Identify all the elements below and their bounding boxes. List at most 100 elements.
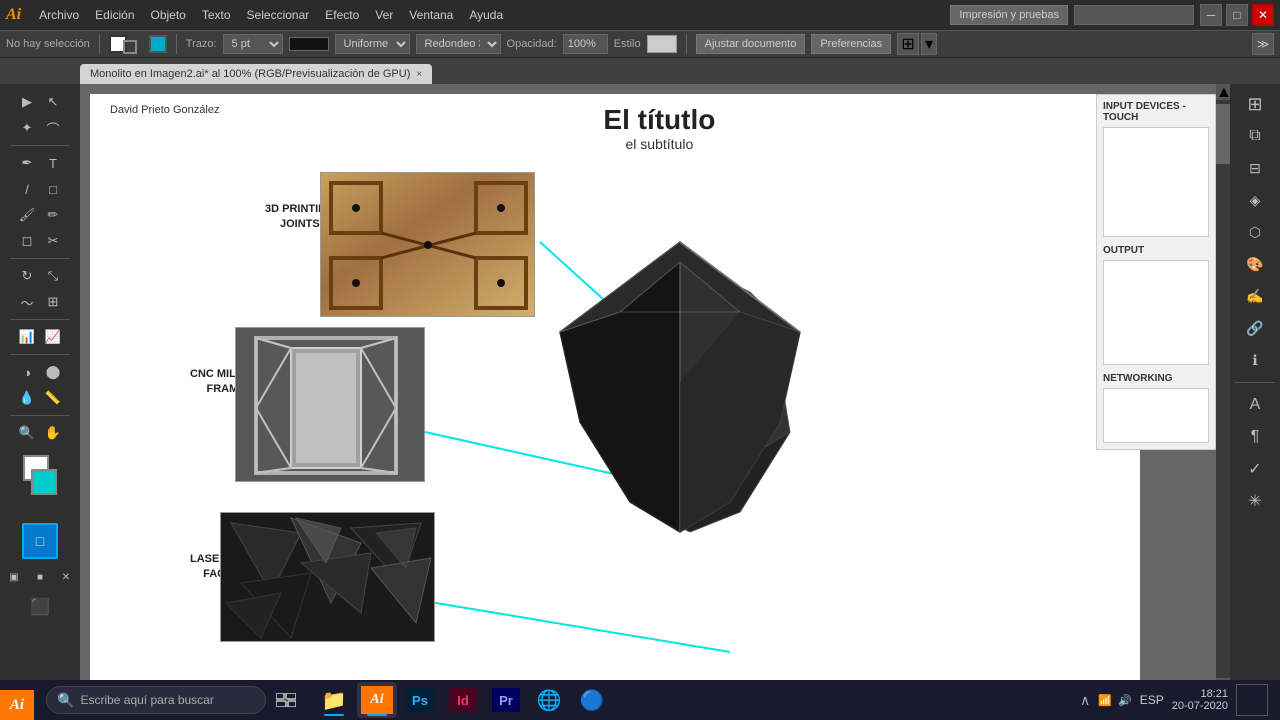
graph-tools-row: 📊 📈: [15, 325, 65, 349]
opacidad-input[interactable]: [563, 34, 608, 54]
system-clock[interactable]: 18:21 20-07-2020: [1172, 688, 1228, 712]
wifi-icon[interactable]: 📶: [1098, 694, 1112, 707]
taskbar-photoshop[interactable]: Ps: [400, 682, 440, 718]
view-mode-arrow[interactable]: ▾: [921, 33, 937, 55]
photoshop-icon: Ps: [406, 688, 434, 712]
scale-tool[interactable]: ⤡: [41, 264, 65, 288]
magic-wand-tool[interactable]: ✦: [15, 116, 39, 140]
star-panel-btn[interactable]: ✳: [1241, 487, 1269, 515]
preferencias-button[interactable]: Preferencias: [811, 34, 891, 54]
rotate-tool[interactable]: ↻: [15, 264, 39, 288]
screen-mode-3[interactable]: ✕: [54, 565, 78, 589]
properties-tool[interactable]: ⬛: [28, 595, 52, 619]
volume-icon[interactable]: 🔊: [1118, 694, 1132, 707]
swatches-panel-btn[interactable]: 🎨: [1241, 250, 1269, 278]
paragraph-panel-btn[interactable]: ¶: [1241, 423, 1269, 451]
links-panel-btn[interactable]: 🔗: [1241, 314, 1269, 342]
select-tool[interactable]: ▶: [15, 90, 39, 114]
redondeo-select[interactable]: Redondeo 3...: [416, 34, 501, 54]
vertical-scrollbar[interactable]: ▲ ▼: [1216, 84, 1230, 694]
info-panel-btn[interactable]: ℹ: [1241, 346, 1269, 374]
check-panel-btn[interactable]: ✓: [1241, 455, 1269, 483]
transform-panel-btn[interactable]: ◈: [1241, 186, 1269, 214]
brush-tool[interactable]: 🖌: [15, 203, 39, 227]
taskbar-file-explorer[interactable]: 📁: [314, 682, 354, 718]
tool-sep-2: [10, 258, 70, 259]
menu-texto[interactable]: Texto: [194, 0, 239, 30]
screen-mode-2[interactable]: ■: [28, 565, 52, 589]
scroll-thumb[interactable]: [1216, 104, 1230, 164]
measure-tool[interactable]: 📏: [41, 386, 65, 410]
tab-filename: Monolito en Imagen2.ai* al 100% (RGB/Pre…: [90, 68, 410, 80]
maximize-button[interactable]: □: [1226, 4, 1248, 26]
lasso-tool[interactable]: ⌒: [41, 116, 65, 140]
scissors-tool[interactable]: ✂: [41, 229, 65, 253]
trazo-select[interactable]: 5 pt: [223, 34, 283, 54]
brush-color[interactable]: [149, 35, 167, 53]
tool-sep-5: [10, 415, 70, 416]
hand-tool[interactable]: ✋: [41, 421, 65, 445]
uniforme-select[interactable]: Uniforme: [335, 34, 410, 54]
direct-select-tool[interactable]: ↖: [41, 90, 65, 114]
ajustar-doc-button[interactable]: Ajustar documento: [696, 34, 806, 54]
search-input[interactable]: [1074, 5, 1194, 25]
menu-edicion[interactable]: Edición: [87, 0, 142, 30]
taskbar-illustrator[interactable]: Ai: [357, 682, 397, 718]
minimize-button[interactable]: ─: [1200, 4, 1222, 26]
taskbar-indesign[interactable]: Id: [443, 682, 483, 718]
type-tool[interactable]: T: [41, 151, 65, 175]
task-view-icon: [276, 693, 296, 707]
taskbar-chrome[interactable]: 🔵: [572, 682, 612, 718]
line-tool[interactable]: /: [15, 177, 39, 201]
taskbar-browser[interactable]: 🌐: [529, 682, 569, 718]
pen-tool[interactable]: ✒: [15, 151, 39, 175]
draw-mode-btn[interactable]: ◻: [22, 523, 58, 559]
bar-chart-tool[interactable]: 📈: [41, 325, 65, 349]
chart-tool[interactable]: 📊: [15, 325, 39, 349]
screen-mode-1[interactable]: ▣: [2, 565, 26, 589]
free-transform-tool[interactable]: ⊞: [41, 290, 65, 314]
illustrator-taskbar-icon: Ai: [361, 686, 393, 714]
menu-ventana[interactable]: Ventana: [401, 0, 461, 30]
layers-panel-btn[interactable]: ⧉: [1241, 122, 1269, 150]
show-hidden-icons[interactable]: ∧: [1080, 692, 1090, 709]
menu-ver[interactable]: Ver: [367, 0, 401, 30]
background-color[interactable]: [31, 469, 57, 495]
character-panel-btn[interactable]: A: [1241, 391, 1269, 419]
illustrator-bottom-logo: Ai: [0, 690, 34, 720]
scroll-up-arrow[interactable]: ▲: [1216, 84, 1230, 100]
canvas-scroll[interactable]: David Prieto González El títutlo el subt…: [80, 84, 1230, 694]
warp-tool[interactable]: 〜: [15, 290, 39, 314]
eyedropper-tool[interactable]: 💧: [15, 386, 39, 410]
menu-seleccionar[interactable]: Seleccionar: [239, 0, 318, 30]
pathfinder-panel-btn[interactable]: ⬡: [1241, 218, 1269, 246]
menu-archivo[interactable]: Archivo: [31, 0, 87, 30]
toolbar-sep-1: [99, 34, 100, 54]
zoom-tool[interactable]: 🔍: [15, 421, 39, 445]
language-indicator[interactable]: ESP: [1140, 693, 1164, 707]
gradient-tool[interactable]: ◑: [15, 360, 39, 384]
stroke-color[interactable]: [123, 40, 137, 54]
pencil-tool[interactable]: ✏: [41, 203, 65, 227]
panel-toggle[interactable]: ≫: [1252, 33, 1274, 55]
tab-close-icon[interactable]: ×: [416, 69, 422, 80]
task-view-btn[interactable]: [268, 682, 304, 718]
properties-panel-btn[interactable]: ⊞: [1241, 90, 1269, 118]
monolith-shape: [550, 232, 830, 577]
blend-tool[interactable]: ⬤: [41, 360, 65, 384]
brushes-panel-btn[interactable]: ✍: [1241, 282, 1269, 310]
input-devices-title: INPUT DEVICES - TOUCH: [1103, 101, 1209, 123]
view-mode-btn[interactable]: ⊞: [897, 33, 919, 55]
document-tab[interactable]: Monolito en Imagen2.ai* al 100% (RGB/Pre…: [80, 64, 432, 84]
menu-ayuda[interactable]: Ayuda: [461, 0, 511, 30]
taskbar-search[interactable]: 🔍 Escribe aquí para buscar: [46, 686, 266, 714]
taskbar-premiere[interactable]: Pr: [486, 682, 526, 718]
menu-efecto[interactable]: Efecto: [317, 0, 367, 30]
impresion-button[interactable]: Impresión y pruebas: [950, 5, 1068, 25]
align-panel-btn[interactable]: ⊟: [1241, 154, 1269, 182]
close-button[interactable]: ✕: [1252, 4, 1274, 26]
eraser-tool[interactable]: ◻: [15, 229, 39, 253]
rect-tool[interactable]: □: [41, 177, 65, 201]
show-desktop-btn[interactable]: [1236, 684, 1268, 716]
menu-objeto[interactable]: Objeto: [143, 0, 194, 30]
